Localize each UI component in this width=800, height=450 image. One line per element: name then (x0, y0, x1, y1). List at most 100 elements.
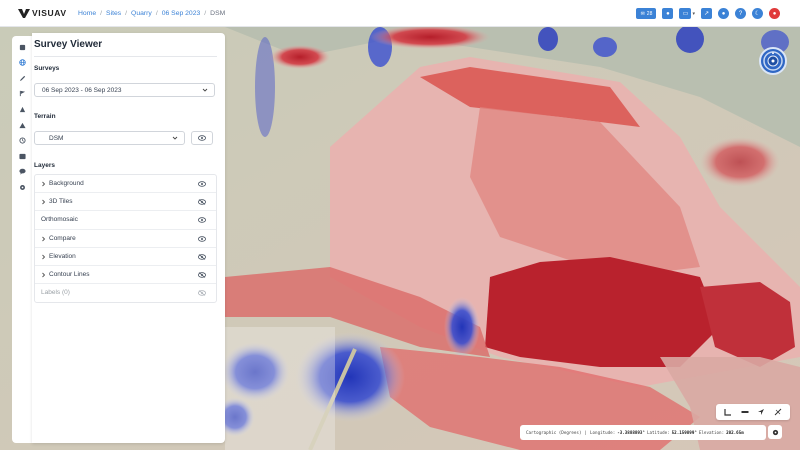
moon-icon: ☾ (754, 11, 761, 17)
chevron-right-icon[interactable] (41, 236, 46, 242)
layer-row[interactable]: Elevation (35, 248, 216, 266)
chevron-right-icon[interactable] (41, 181, 46, 187)
logo-mark-icon (18, 8, 30, 18)
axis-icon[interactable] (724, 408, 732, 416)
slope-icon[interactable] (774, 408, 782, 416)
breadcrumb-sites[interactable]: Sites (106, 10, 121, 17)
layer-name: 3D Tiles (49, 198, 73, 206)
dashboard-icon[interactable] (19, 44, 26, 51)
longitude-label: Longitude: (590, 430, 616, 435)
ruler-icon[interactable] (741, 408, 749, 416)
surveys-label: Surveys (34, 65, 60, 72)
eye-icon[interactable] (198, 217, 206, 224)
breadcrumb-quarry[interactable]: Quarry (131, 10, 152, 17)
help-button[interactable]: ? (735, 8, 746, 19)
settings-icon[interactable] (19, 184, 26, 191)
breadcrumb-home[interactable]: Home (78, 10, 96, 17)
breadcrumb-separator: / (155, 9, 158, 17)
elevation-label: Elevation: (698, 430, 725, 435)
layer-name: Contour Lines (49, 270, 90, 278)
flag-icon[interactable] (19, 90, 26, 97)
share-button[interactable]: ↗ (701, 8, 712, 19)
breadcrumb-separator: / (125, 9, 128, 17)
eye-icon[interactable] (198, 235, 206, 242)
coordinate-readout: Cartographic (Degrees) | Longitude: -3.3… (520, 425, 766, 440)
layer-name: Background (49, 180, 84, 187)
layer-row[interactable]: 3D Tiles (35, 193, 216, 212)
layer-row[interactable]: Compare (35, 230, 216, 248)
history-icon[interactable] (19, 137, 26, 144)
layer-row[interactable]: Background (35, 175, 216, 194)
chevron-right-icon[interactable] (41, 272, 46, 278)
top-bar: VISUAV Home / Sites / Quarry / 06 Sep 20… (0, 0, 800, 27)
divider (34, 56, 217, 57)
globe-icon[interactable] (19, 59, 26, 66)
left-rail (12, 36, 32, 443)
eye-slash-icon[interactable] (198, 272, 206, 278)
terrain-select[interactable]: DSM (34, 131, 185, 145)
breadcrumb: Home / Sites / Quarry / 06 Sep 2023 / DS… (78, 10, 225, 17)
latitude-label: Latitude: (646, 430, 670, 435)
layers-list: Background 3D Tiles Orthomosaic Compare Elev… (34, 174, 217, 304)
breadcrumb-current: DSM (210, 9, 226, 17)
eye-slash-icon[interactable] (198, 199, 206, 205)
breadcrumb-separator: / (204, 9, 207, 17)
layer-row[interactable]: Labels (0) (35, 284, 216, 302)
chevron-down-icon[interactable]: ▾ (692, 11, 695, 17)
messages-button[interactable]: ✉ 28 (636, 8, 657, 19)
readout-separator: | (584, 430, 587, 435)
chevron-right-icon[interactable] (41, 199, 46, 205)
layers-label: Layers (34, 162, 55, 169)
layer-row[interactable]: Orthomosaic (35, 211, 216, 230)
triangle-icon[interactable] (19, 106, 26, 113)
layer-name: Compare (49, 234, 76, 242)
settings-icon (772, 429, 778, 435)
breadcrumb-separator: / (100, 9, 103, 17)
longitude-value: -3.3888893° (617, 430, 645, 435)
terrain-select-value: DSM (49, 134, 64, 142)
mail-icon: ✉ (640, 10, 645, 17)
logo-text: VISUAV (32, 8, 67, 18)
id-card-icon: ▭ (682, 11, 689, 17)
chat-icon[interactable] (19, 168, 26, 175)
layer-name: Labels (0) (41, 289, 70, 297)
eye-icon (198, 135, 206, 141)
eye-slash-icon[interactable] (198, 253, 206, 260)
pencil-icon[interactable] (19, 75, 26, 82)
readout-settings-button[interactable] (768, 425, 782, 439)
readout-mode: Cartographic (Degrees) (526, 430, 582, 435)
chevron-down-icon (172, 136, 178, 140)
compass-icon (763, 51, 783, 71)
close-icon: ● (772, 10, 777, 17)
location-arrow-icon[interactable] (757, 408, 765, 416)
chevron-down-icon (202, 88, 208, 92)
help-icon: ? (738, 10, 743, 17)
chevron-right-icon[interactable] (41, 254, 46, 260)
layer-row[interactable]: Contour Lines (35, 266, 216, 285)
share-icon: ↗ (703, 11, 710, 17)
eye-slash-icon[interactable] (198, 290, 206, 296)
terrain-visibility-toggle[interactable] (191, 131, 213, 145)
elevation-value: 202.65m (726, 430, 744, 435)
panel-title: Survey Viewer (34, 39, 103, 50)
theme-toggle[interactable]: ☾ (752, 8, 763, 19)
app-logo[interactable]: VISUAV (18, 8, 68, 18)
account-button[interactable]: ▭ (679, 8, 692, 19)
latitude-value: 52.159899° (671, 430, 697, 435)
layer-name: Orthomosaic (41, 216, 78, 224)
user-button[interactable]: ● (662, 8, 674, 19)
navigation-compass[interactable] (759, 47, 787, 75)
survey-select-value: 06 Sep 2023 - 06 Sep 2023 (42, 86, 122, 94)
image-icon[interactable] (19, 153, 26, 160)
profile-button[interactable]: ● (718, 8, 729, 19)
warning-icon[interactable] (19, 122, 26, 129)
survey-viewer-panel: Survey Viewer Surveys 06 Sep 2023 - 06 S… (32, 33, 225, 443)
measure-toolbar (716, 404, 790, 420)
person-icon: ● (721, 10, 726, 17)
breadcrumb-date[interactable]: 06 Sep 2023 (162, 10, 201, 17)
layer-name: Elevation (49, 252, 76, 260)
eye-icon[interactable] (198, 181, 206, 187)
logout-button[interactable]: ● (769, 8, 780, 19)
message-count: 28 (646, 10, 653, 17)
survey-select[interactable]: 06 Sep 2023 - 06 Sep 2023 (34, 83, 215, 97)
